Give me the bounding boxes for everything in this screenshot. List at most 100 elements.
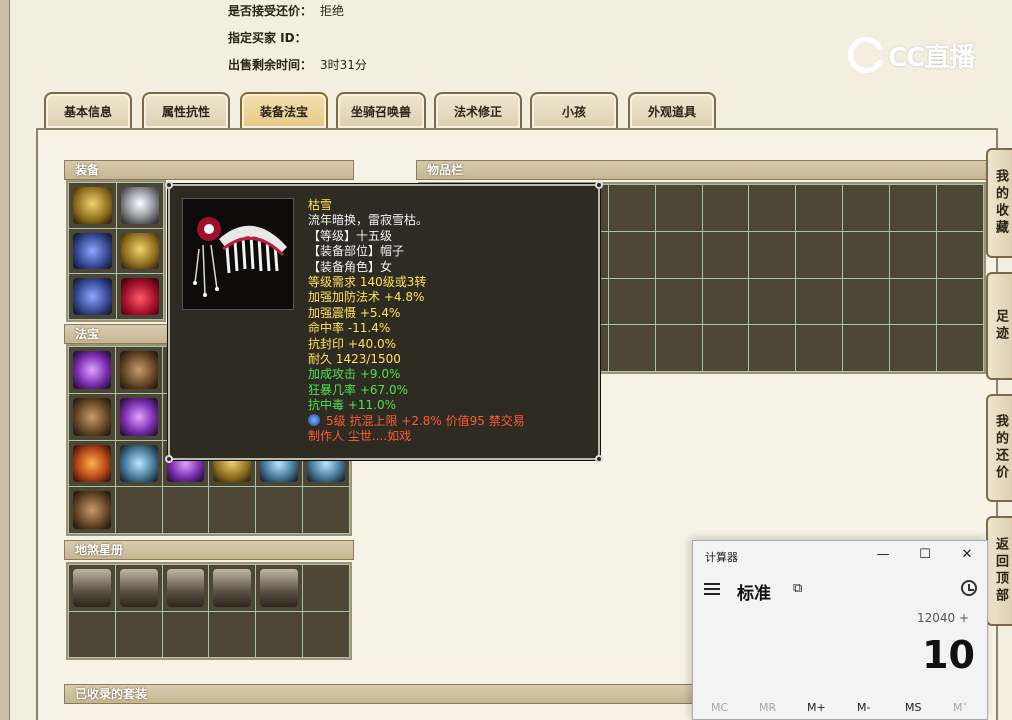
star-book-slot[interactable] [303,611,349,657]
treasure-slot[interactable] [115,347,162,393]
tab-children[interactable]: 小孩 [530,92,618,128]
inventory-slot[interactable] [608,231,655,278]
tab-label: 装备法宝 [259,105,308,119]
equipment-slot-weapon[interactable] [69,228,116,274]
memory-list-button[interactable]: M˅ [953,701,968,714]
star-book-header: 地煞星册 [64,540,354,560]
inventory-slot[interactable] [890,325,937,371]
history-icon[interactable] [961,580,977,596]
inventory-slot[interactable] [702,278,749,325]
inventory-slot[interactable] [655,325,702,371]
inventory-slot[interactable] [843,185,890,231]
shoes-icon [120,278,159,315]
treasure-slot[interactable] [209,487,256,533]
inventory-slot[interactable] [702,185,749,231]
inventory-slot[interactable] [890,231,937,278]
treasure-slot[interactable] [69,440,115,487]
inventory-slot[interactable] [796,231,843,278]
star-book-slot[interactable] [162,565,209,611]
equipment-slot-necklace[interactable] [69,274,116,319]
treasure-slot[interactable] [303,487,349,533]
tab-label: 属性抗性 [161,105,210,119]
hat-icon [120,187,159,224]
accept-counter-value: 拒绝 [320,4,345,18]
star-book-slot[interactable] [303,565,349,611]
inventory-slot[interactable] [843,231,890,278]
tab-attributes[interactable]: 属性抗性 [142,92,230,128]
star-book-slot[interactable] [115,611,162,657]
accept-counter-label: 是否接受还价： [228,4,313,18]
treasure-slot[interactable] [69,347,115,393]
inventory-slot[interactable] [890,278,937,325]
side-tab-favorites[interactable]: 我的收藏 [986,148,1012,258]
inventory-slot[interactable] [655,278,702,325]
memory-add-button[interactable]: M+ [807,701,826,714]
treasure-icon [73,491,111,529]
treasure-slot[interactable] [115,440,162,487]
inventory-slot[interactable] [608,278,655,325]
star-book-slot[interactable] [209,611,256,657]
memory-clear-button[interactable]: MC [711,701,728,714]
inventory-slot[interactable] [937,185,983,231]
item-stat: 抗封印 +40.0% [308,336,396,351]
memory-store-button[interactable]: MS [905,701,921,714]
star-book-slot[interactable] [256,611,303,657]
inventory-slot[interactable] [937,325,983,371]
inventory-slot[interactable] [749,278,796,325]
equipment-slot-hat[interactable] [116,183,163,228]
maximize-icon[interactable]: ☐ [915,547,935,562]
inventory-slot[interactable] [655,185,702,231]
side-tab-back-to-top[interactable]: 返回顶部 [986,516,1012,626]
inventory-slot[interactable] [655,231,702,278]
treasure-slot[interactable] [69,487,115,533]
equipment-slot-shoes[interactable] [116,274,163,319]
star-book-slot[interactable] [162,611,209,657]
tab-appearance[interactable]: 外观道具 [628,92,716,128]
armor-icon [73,187,112,224]
inventory-slot[interactable] [937,231,983,278]
inventory-slot[interactable] [749,231,796,278]
tab-equipment[interactable]: 装备法宝 [240,92,328,128]
treasure-slot[interactable] [115,393,162,440]
tab-label: 基本信息 [63,105,112,119]
star-book-slot[interactable] [69,565,115,611]
equipment-slot-armor[interactable] [69,183,116,228]
inventory-slot[interactable] [843,325,890,371]
star-book-slot[interactable] [69,611,115,657]
side-tab-footprints[interactable]: 足迹 [986,272,1012,380]
treasure-slot[interactable] [256,487,303,533]
inventory-slot[interactable] [890,185,937,231]
inventory-slot[interactable] [702,325,749,371]
treasure-slot[interactable] [115,487,162,533]
minimize-icon[interactable]: — [873,547,893,562]
star-book-slot[interactable] [209,565,256,611]
side-tab-label: 足迹 [993,309,1008,343]
memory-recall-button[interactable]: MR [759,701,776,714]
item-maker: 制作人 尘世....如戏 [308,429,412,444]
inventory-slot[interactable] [608,185,655,231]
inventory-slot[interactable] [796,185,843,231]
tab-spell-correction[interactable]: 法术修正 [434,92,522,128]
memory-subtract-button[interactable]: M- [857,701,870,714]
tab-mounts-pets[interactable]: 坐骑召唤兽 [336,92,426,128]
star-book-slot[interactable] [115,565,162,611]
equipment-grid [66,180,166,322]
inventory-slot[interactable] [937,278,983,325]
side-tab-my-counteroffers[interactable]: 我的还价 [986,394,1012,502]
hamburger-menu-icon[interactable] [704,583,720,598]
inventory-slot[interactable] [749,185,796,231]
tab-basic-info[interactable]: 基本信息 [44,92,132,128]
equipment-slot-belt[interactable] [116,228,163,274]
inventory-slot[interactable] [702,231,749,278]
treasure-slot[interactable] [69,393,115,440]
inventory-slot[interactable] [608,325,655,371]
inventory-slot[interactable] [796,325,843,371]
inventory-slot[interactable] [843,278,890,325]
keep-on-top-icon[interactable]: ⧉ [793,581,802,596]
inventory-slot[interactable] [749,325,796,371]
close-icon[interactable]: ✕ [957,547,977,562]
item-stat: 加强加防法术 +4.8% [308,290,425,305]
treasure-slot[interactable] [162,487,209,533]
star-book-slot[interactable] [256,565,303,611]
inventory-slot[interactable] [796,278,843,325]
